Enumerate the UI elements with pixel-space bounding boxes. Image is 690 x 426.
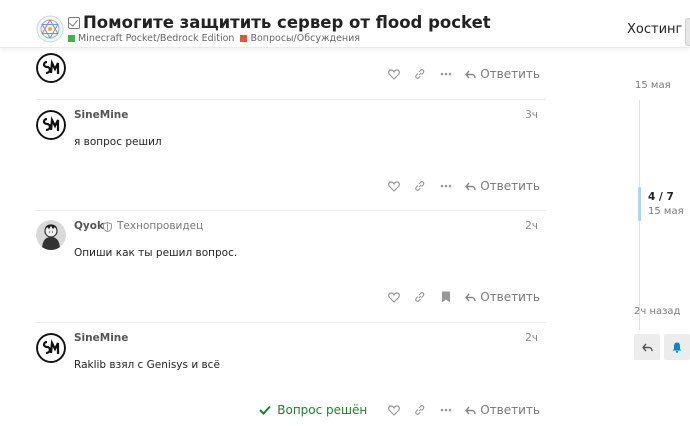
solution-button[interactable]: Вопрос решён [259,403,367,417]
link-icon[interactable] [407,176,433,196]
post-body: Raklib взял с Genisys и всё [74,359,220,371]
timeline-position: 4 / 7 [648,191,674,203]
post-actions: Вопрос решён Ответить [259,400,540,420]
link-icon[interactable] [407,287,433,307]
reply-button[interactable]: Ответить [465,403,540,417]
reply-button[interactable]: Ответить [465,179,540,193]
link-icon[interactable] [407,400,433,420]
like-icon[interactable] [381,64,407,84]
site-logo[interactable] [36,15,64,43]
reply-button[interactable]: Ответить [465,290,540,304]
moderator-shield-icon [103,222,112,232]
reply-icon [465,182,476,190]
timeline-handle[interactable] [638,187,641,221]
more-icon[interactable] [433,64,459,84]
like-icon[interactable] [381,287,407,307]
category-color-square [240,35,248,42]
post-time[interactable]: 3ч [525,109,538,121]
post-time[interactable]: 2ч [525,332,538,344]
topic-title[interactable]: Помогите защитить сервер от flood pocket [83,13,491,32]
solved-check-icon [68,16,80,29]
avatar[interactable] [36,333,66,363]
reply-label: Ответить [480,67,540,81]
avatar[interactable] [36,110,66,140]
more-icon[interactable] [433,400,459,420]
post-username[interactable]: SineMine [74,332,128,344]
post: Qyok Технопровидец 2ч Опиши как ты решил… [36,211,546,321]
category-badge[interactable]: Вопросы/Обсуждения [240,33,360,44]
category-label: Вопросы/Обсуждения [250,33,361,44]
like-icon[interactable] [381,400,407,420]
reply-label: Ответить [480,403,540,417]
timeline-reply-button[interactable] [634,334,660,360]
more-icon[interactable] [433,176,459,196]
nav-link-hosting[interactable]: Хостинг [627,22,682,37]
post: SineMine 3ч я вопрос решил Ответить [36,100,546,210]
link-icon[interactable] [407,64,433,84]
reply-label: Ответить [480,290,540,304]
solution-label: Вопрос решён [277,403,368,417]
category-badge[interactable]: Minecraft Pocket/Bedrock Edition [68,33,234,44]
post-body: Опиши как ты решил вопрос. [74,247,238,259]
avatar[interactable] [36,220,66,250]
reply-button[interactable]: Ответить [465,67,540,81]
checkmark-icon [259,405,271,415]
title-row: Помогите защитить сервер от flood pocket [68,13,491,32]
reply-icon [641,343,653,351]
reply-label: Ответить [480,179,540,193]
bell-icon [672,342,682,353]
post-username[interactable]: SineMine [74,109,128,121]
bookmark-icon[interactable] [433,287,459,307]
avatar[interactable] [36,53,66,83]
timeline-position-date: 15 мая [648,206,684,217]
post-actions: Ответить [381,176,540,196]
post-actions: Ответить [381,64,540,84]
user-title: Технопровидец [117,220,204,232]
post: Ответить [36,48,546,98]
post: SineMine 2ч Raklib взял с Genisys и всё … [36,323,546,426]
reply-icon [465,293,476,301]
like-icon[interactable] [381,176,407,196]
reply-icon [465,406,476,414]
topic-header: Помогите защитить сервер от flood pocket… [0,0,690,48]
category-label: Minecraft Pocket/Bedrock Edition [78,33,235,44]
post-actions: Ответить [381,287,540,307]
timeline-start-date[interactable]: 15 мая [635,80,671,91]
category-list: Minecraft Pocket/Bedrock Edition Вопросы… [68,33,366,44]
post-time[interactable]: 2ч [525,220,538,232]
timeline-end-label[interactable]: 2ч назад [634,306,680,317]
post-body: я вопрос решил [74,136,162,148]
post-username[interactable]: Qyok [74,220,104,232]
header-edge-button[interactable] [685,18,690,46]
reply-icon [465,70,476,78]
topic-timeline: 15 мая 4 / 7 15 мая 2ч назад [608,60,690,426]
notifications-button[interactable] [664,334,690,360]
category-color-square [68,35,75,42]
